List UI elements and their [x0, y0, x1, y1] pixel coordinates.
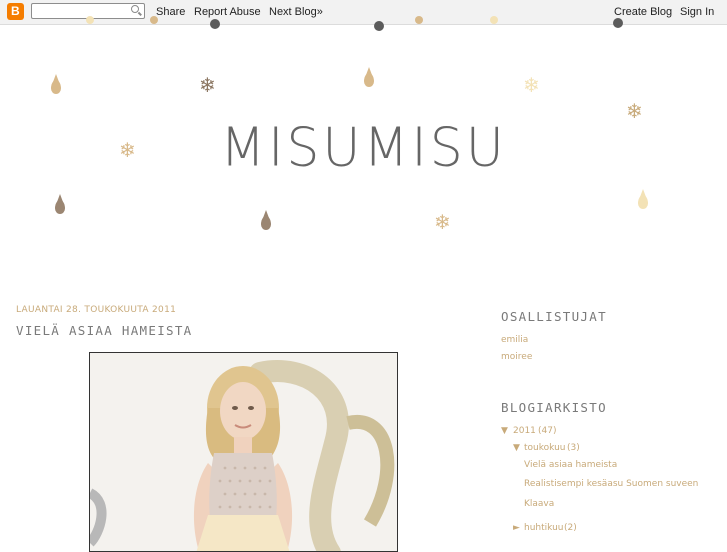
blogger-logo-letter: B [11, 4, 20, 18]
contributors-heading: OSALLISTUJAT [501, 309, 607, 324]
raindrop-icon [415, 16, 423, 24]
snowflake-icon: ❄ [199, 73, 216, 97]
share-link[interactable]: Share [156, 6, 185, 18]
archive-post-link[interactable]: Realistisempi kesäasu Suomen suveen [524, 479, 698, 489]
raindrop-icon [364, 67, 374, 87]
report-abuse-link[interactable]: Report Abuse [194, 6, 261, 18]
archive-month-count: (2) [564, 523, 577, 533]
raindrop-icon [613, 18, 623, 28]
post-date: LAUANTAI 28. TOUKOKUUTA 2011 [16, 305, 177, 315]
raindrop-icon [86, 16, 94, 24]
next-blog-link[interactable]: Next Blog» [269, 6, 323, 18]
triangle-down-icon[interactable]: ▼ [513, 443, 520, 453]
archive-month-link[interactable]: toukokuu [524, 443, 565, 453]
snowflake-icon: ❄ [523, 73, 540, 97]
post-photo-illustration [90, 353, 397, 551]
snowflake-icon: ❄ [434, 210, 451, 234]
archive-heading: BLOGIARKISTO [501, 400, 607, 415]
post-photo[interactable] [89, 352, 398, 552]
archive-post-link[interactable]: Vielä asiaa hameista [524, 460, 617, 470]
archive-year-link[interactable]: 2011 [513, 426, 536, 436]
create-blog-link[interactable]: Create Blog [614, 6, 672, 18]
raindrop-icon [210, 19, 220, 29]
raindrop-icon [150, 16, 158, 24]
blogger-logo-icon[interactable]: B [7, 3, 24, 20]
post-title[interactable]: VIELÄ ASIAA HAMEISTA [16, 323, 193, 338]
contributor-link[interactable]: emilia [501, 335, 528, 345]
raindrop-icon [490, 16, 498, 24]
raindrop-icon [638, 189, 648, 209]
archive-year-count: (47) [538, 426, 557, 436]
sign-in-link[interactable]: Sign In [680, 6, 714, 18]
search-icon[interactable] [131, 5, 139, 13]
raindrop-icon [261, 210, 271, 230]
archive-month-count: (3) [567, 443, 580, 453]
archive-post-link[interactable]: Klaava [524, 499, 554, 509]
triangle-right-icon[interactable]: ► [513, 523, 520, 533]
archive-month-link[interactable]: huhtikuu [524, 523, 564, 533]
contributor-link[interactable]: moiree [501, 352, 532, 362]
triangle-down-icon[interactable]: ▼ [501, 426, 508, 436]
blog-title[interactable]: MISUMISU [0, 117, 727, 178]
raindrop-icon [51, 74, 61, 94]
raindrop-icon [55, 194, 65, 214]
raindrop-icon [374, 21, 384, 31]
